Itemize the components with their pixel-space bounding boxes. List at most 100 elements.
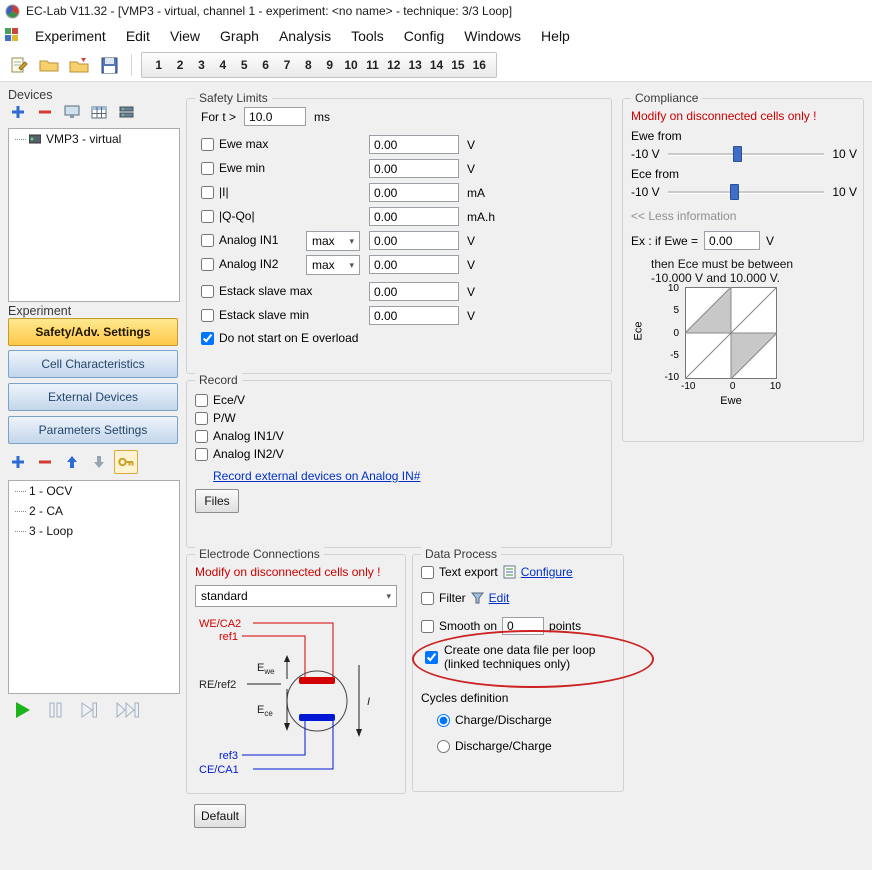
smooth-points-input[interactable] (502, 617, 544, 635)
loop-file-row[interactable]: Create one data file per loop (linked te… (425, 643, 595, 671)
move-up-button[interactable] (60, 450, 84, 474)
default-button[interactable]: Default (194, 804, 246, 828)
remove-device-button[interactable] (33, 100, 57, 124)
skip-to-end-button[interactable] (115, 701, 142, 722)
tab-safety-adv-settings[interactable]: Safety/Adv. Settings (8, 318, 178, 346)
menu-item[interactable]: Edit (116, 25, 160, 47)
channel-button[interactable]: 11 (362, 58, 382, 72)
menu-item[interactable]: Windows (454, 25, 531, 47)
channel-button[interactable]: 1 (149, 58, 169, 72)
channel-button[interactable]: 3 (191, 58, 211, 72)
menu-item[interactable]: Experiment (25, 25, 116, 47)
charge-discharge-radio[interactable] (437, 714, 450, 727)
record-option-row[interactable]: Ece/V (195, 391, 284, 409)
load-settings-button[interactable] (6, 52, 32, 78)
record-option-checkbox[interactable] (195, 448, 208, 461)
menu-item[interactable]: Analysis (269, 25, 341, 47)
menu-item[interactable]: Help (531, 25, 580, 47)
estack-min-checkbox[interactable] (201, 309, 214, 322)
record-option-row[interactable]: Analog IN1/V (195, 427, 284, 445)
connection-mode-select[interactable]: standard ▾ (195, 585, 397, 607)
analog-in1-checkbox-row[interactable]: Analog IN1 (201, 233, 278, 247)
technique-tree-item[interactable]: 3 - Loop (9, 521, 179, 541)
analog-in2-checkbox[interactable] (201, 258, 214, 271)
channel-button[interactable]: 7 (277, 58, 297, 72)
estack-min-checkbox-row[interactable]: Estack slave min (201, 308, 309, 322)
move-down-button[interactable] (87, 450, 111, 474)
device-table-button[interactable] (87, 100, 111, 124)
configure-link[interactable]: Configure (521, 565, 573, 579)
overload-checkbox[interactable] (201, 332, 214, 345)
channel-button[interactable]: 16 (469, 58, 489, 72)
add-technique-button[interactable] (6, 450, 30, 474)
files-button[interactable]: Files (195, 489, 239, 513)
menu-item[interactable]: Graph (210, 25, 269, 47)
ewe-max-checkbox[interactable] (201, 138, 214, 151)
menu-item[interactable]: View (160, 25, 210, 47)
overload-checkbox-row[interactable]: Do not start on E overload (201, 331, 358, 345)
analog-in2-mode-select[interactable]: max▾ (306, 255, 360, 275)
device-monitor-button[interactable] (60, 100, 84, 124)
channel-button[interactable]: 12 (384, 58, 404, 72)
record-option-checkbox[interactable] (195, 412, 208, 425)
device-tree-item[interactable]: VMP3 - virtual (9, 129, 179, 149)
edit-link[interactable]: Edit (489, 591, 510, 605)
channel-button[interactable]: 10 (341, 58, 361, 72)
slider-thumb[interactable] (730, 184, 739, 200)
discharge-charge-radio-row[interactable]: Discharge/Charge (437, 739, 552, 753)
technique-tree-item[interactable]: 2 - CA (9, 501, 179, 521)
analog-in1-mode-select[interactable]: max▾ (306, 231, 360, 251)
run-button[interactable] (14, 700, 32, 723)
estack-min-input[interactable] (369, 306, 459, 325)
tab-cell-characteristics[interactable]: Cell Characteristics (8, 350, 178, 378)
record-option-checkbox[interactable] (195, 430, 208, 443)
example-ewe-input[interactable] (704, 231, 760, 250)
current-limit-input[interactable] (369, 183, 459, 202)
charge-discharge-radio-row[interactable]: Charge/Discharge (437, 713, 552, 727)
record-external-link[interactable]: Record external devices on Analog IN# (213, 469, 420, 483)
slider-thumb[interactable] (733, 146, 742, 162)
analog-in1-input[interactable] (369, 231, 459, 250)
ewe-min-checkbox-row[interactable]: Ewe min (201, 161, 265, 175)
current-checkbox-row[interactable]: |I| (201, 185, 229, 199)
ece-from-slider[interactable] (668, 183, 825, 201)
technique-tree-item[interactable]: 1 - OCV (9, 481, 179, 501)
ewe-max-input[interactable] (369, 135, 459, 154)
for-t-input[interactable] (244, 107, 306, 126)
add-device-button[interactable] (6, 100, 30, 124)
menu-item[interactable]: Tools (341, 25, 394, 47)
next-technique-button[interactable] (80, 701, 99, 722)
channel-button[interactable]: 4 (213, 58, 233, 72)
record-option-row[interactable]: Analog IN2/V (195, 445, 284, 463)
charge-limit-checkbox[interactable] (201, 210, 214, 223)
ewe-max-checkbox-row[interactable]: Ewe max (201, 137, 268, 151)
device-config-button[interactable] (114, 100, 138, 124)
channel-button[interactable]: 15 (448, 58, 468, 72)
remove-technique-button[interactable] (33, 450, 57, 474)
charge-checkbox-row[interactable]: |Q-Qo| (201, 209, 255, 223)
channel-button[interactable]: 2 (170, 58, 190, 72)
ewe-min-checkbox[interactable] (201, 162, 214, 175)
channel-button[interactable]: 6 (256, 58, 276, 72)
channel-button[interactable]: 5 (234, 58, 254, 72)
analog-in1-checkbox[interactable] (201, 234, 214, 247)
menu-item[interactable]: Config (394, 25, 454, 47)
save-button[interactable] (96, 52, 122, 78)
ewe-from-slider[interactable] (668, 145, 825, 163)
channel-button[interactable]: 13 (405, 58, 425, 72)
estack-max-checkbox-row[interactable]: Estack slave max (201, 284, 312, 298)
channel-button[interactable]: 8 (298, 58, 318, 72)
record-option-checkbox[interactable] (195, 394, 208, 407)
charge-limit-input[interactable] (369, 207, 459, 226)
smooth-checkbox[interactable] (421, 620, 434, 633)
channel-button[interactable]: 9 (320, 58, 340, 72)
lock-technique-button[interactable] (114, 450, 138, 474)
import-button[interactable] (66, 52, 92, 78)
channel-button[interactable]: 14 (427, 58, 447, 72)
discharge-charge-radio[interactable] (437, 740, 450, 753)
text-export-checkbox[interactable] (421, 566, 434, 579)
tab-external-devices[interactable]: External Devices (8, 383, 178, 411)
estack-max-input[interactable] (369, 282, 459, 301)
tab-parameters-settings[interactable]: Parameters Settings (8, 416, 178, 444)
record-option-row[interactable]: P/W (195, 409, 284, 427)
